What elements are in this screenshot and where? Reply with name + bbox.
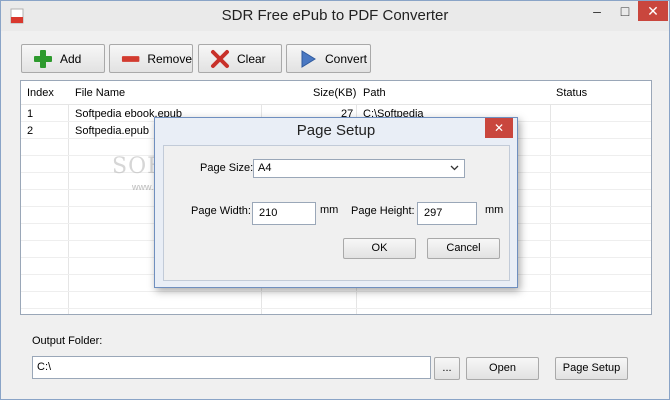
clear-button[interactable]: Clear bbox=[198, 44, 282, 73]
dialog-title: Page Setup bbox=[296, 122, 376, 139]
cell-file-name: Softpedia.epub bbox=[75, 125, 150, 137]
ok-button[interactable]: OK bbox=[343, 238, 416, 259]
x-mark-icon bbox=[211, 49, 229, 68]
dialog-close-button[interactable]: ✕ bbox=[485, 118, 513, 138]
open-button[interactable]: Open bbox=[466, 357, 539, 380]
page-size-label: Page Size: bbox=[200, 162, 254, 174]
page-setup-button[interactable]: Page Setup bbox=[555, 357, 628, 380]
cell-index: 2 bbox=[27, 125, 34, 137]
browse-button[interactable]: ... bbox=[434, 357, 460, 380]
convert-button[interactable]: Convert bbox=[286, 44, 371, 73]
page-width-input[interactable]: 210 bbox=[252, 202, 316, 225]
remove-button[interactable]: Remove bbox=[109, 44, 193, 73]
page-setup-dialog: Page Setup ✕ Page Size: A4 Page Width: 2… bbox=[154, 117, 518, 288]
title-bar: SDR Free ePub to PDF Converter – □ ✕ bbox=[1, 1, 669, 31]
page-height-input[interactable]: 297 bbox=[417, 202, 477, 225]
plus-icon bbox=[34, 49, 52, 68]
column-header-status[interactable]: Status bbox=[556, 87, 587, 99]
page-width-unit: mm bbox=[320, 204, 339, 216]
page-size-value: A4 bbox=[258, 162, 272, 174]
minimize-button[interactable]: – bbox=[583, 1, 611, 21]
add-button-label: Add bbox=[60, 51, 82, 66]
output-folder-label: Output Folder: bbox=[32, 335, 103, 347]
convert-button-label: Convert bbox=[325, 51, 368, 66]
column-header-index[interactable]: Index bbox=[27, 87, 54, 99]
column-header-file-name[interactable]: File Name bbox=[75, 87, 125, 99]
page-width-label: Page Width: bbox=[191, 205, 251, 217]
close-button[interactable]: ✕ bbox=[638, 1, 668, 21]
page-height-label: Page Height: bbox=[351, 205, 415, 217]
window-title: SDR Free ePub to PDF Converter bbox=[221, 7, 449, 24]
cell-index: 1 bbox=[27, 108, 34, 120]
output-folder-input[interactable]: C:\ bbox=[32, 356, 431, 379]
minus-icon bbox=[121, 55, 140, 62]
page-height-unit: mm bbox=[485, 204, 504, 216]
play-arrow-icon bbox=[301, 49, 316, 68]
column-header-path[interactable]: Path bbox=[363, 87, 386, 99]
chevron-down-icon bbox=[450, 165, 459, 171]
maximize-button[interactable]: □ bbox=[611, 1, 639, 21]
main-window: SDR Free ePub to PDF Converter – □ ✕ Add… bbox=[0, 0, 670, 400]
page-size-select[interactable]: A4 bbox=[253, 159, 465, 178]
list-header: Index File Name Size(KB) Path Status bbox=[21, 81, 651, 105]
column-header-size[interactable]: Size(KB) bbox=[313, 87, 356, 99]
cancel-button[interactable]: Cancel bbox=[427, 238, 500, 259]
dialog-body: Page Size: A4 Page Width: 210 mm Page He… bbox=[163, 145, 510, 281]
empty-row bbox=[21, 293, 651, 309]
add-button[interactable]: Add bbox=[21, 44, 105, 73]
clear-button-label: Clear bbox=[237, 51, 266, 66]
remove-button-label: Remove bbox=[147, 51, 192, 66]
